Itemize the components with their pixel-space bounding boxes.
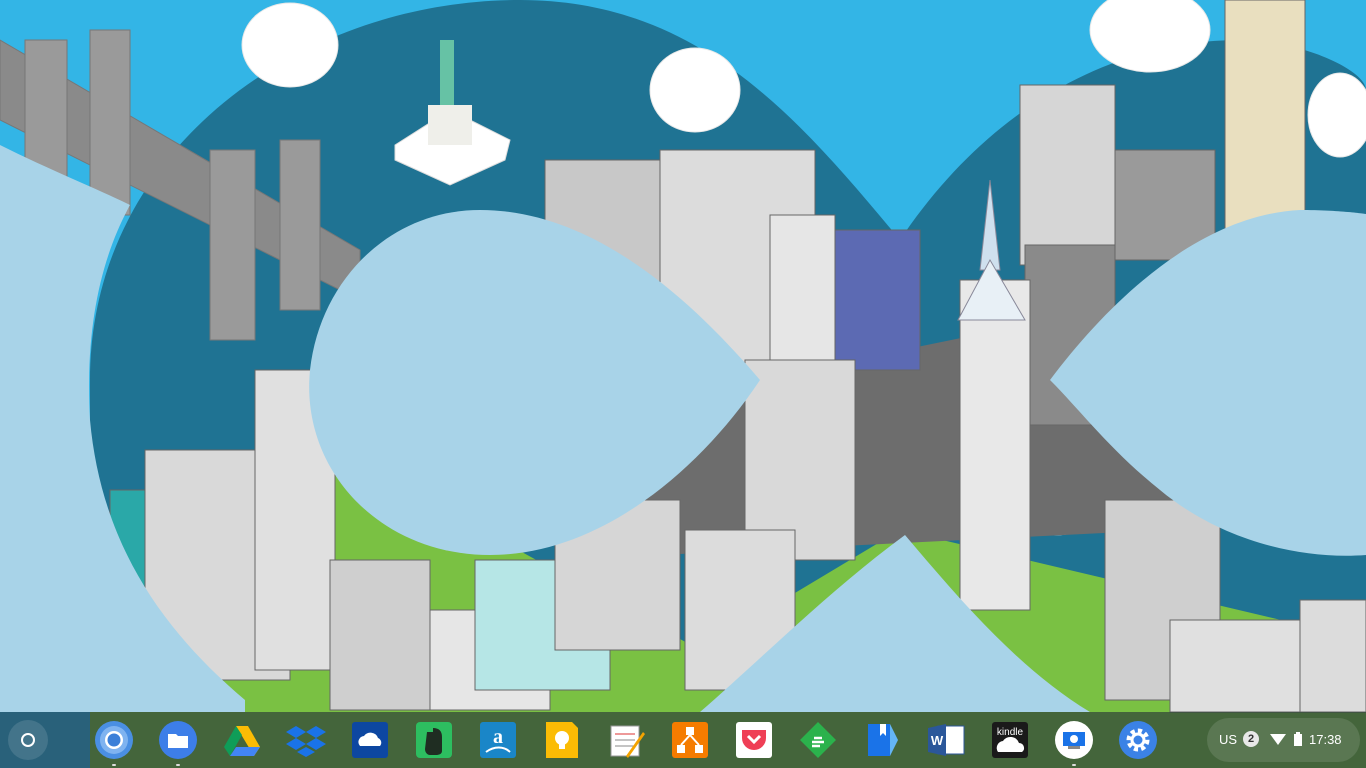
svg-text:W: W — [931, 733, 944, 748]
kindle-label: kindle — [997, 727, 1024, 738]
microsoft-word-app-icon[interactable]: W — [926, 720, 966, 760]
dropbox-app-icon[interactable] — [286, 720, 326, 760]
input-method-indicator: US — [1219, 732, 1238, 747]
text-editor-app-icon[interactable] — [606, 720, 646, 760]
wifi-icon — [1270, 734, 1286, 745]
evernote-app-icon[interactable] — [414, 720, 454, 760]
notification-count-badge: 2 — [1243, 731, 1259, 747]
launcher-button[interactable] — [8, 720, 48, 760]
onedrive-app-icon[interactable] — [350, 720, 390, 760]
running-indicator — [112, 764, 116, 766]
running-indicator — [176, 764, 180, 766]
status-tray[interactable]: US 2 17:38 — [1207, 718, 1360, 762]
desktop-wallpaper — [0, 0, 1366, 768]
play-books-app-icon[interactable] — [862, 720, 902, 760]
battery-icon — [1294, 732, 1302, 746]
amazon-drive-app-icon[interactable]: a — [478, 720, 518, 760]
google-keep-app-icon[interactable] — [542, 720, 582, 760]
chrome-remote-desktop-app-icon[interactable] — [1054, 720, 1094, 766]
diagram-app-icon[interactable] — [670, 720, 710, 760]
launcher-circle-icon — [21, 733, 35, 747]
svg-text:a: a — [493, 726, 503, 748]
google-drive-app-icon[interactable] — [222, 720, 262, 760]
clock: 17:38 — [1309, 732, 1342, 747]
kindle-app-icon[interactable]: kindle — [990, 720, 1030, 760]
files-app-icon[interactable] — [158, 720, 198, 766]
running-indicator — [1072, 764, 1076, 766]
settings-app-icon[interactable] — [1118, 720, 1158, 760]
shelf: a W kindle US 2 17:38 — [0, 712, 1366, 768]
pocket-app-icon[interactable] — [734, 720, 774, 760]
feedly-app-icon[interactable] — [798, 720, 838, 760]
chrome-app-icon[interactable] — [94, 720, 134, 766]
